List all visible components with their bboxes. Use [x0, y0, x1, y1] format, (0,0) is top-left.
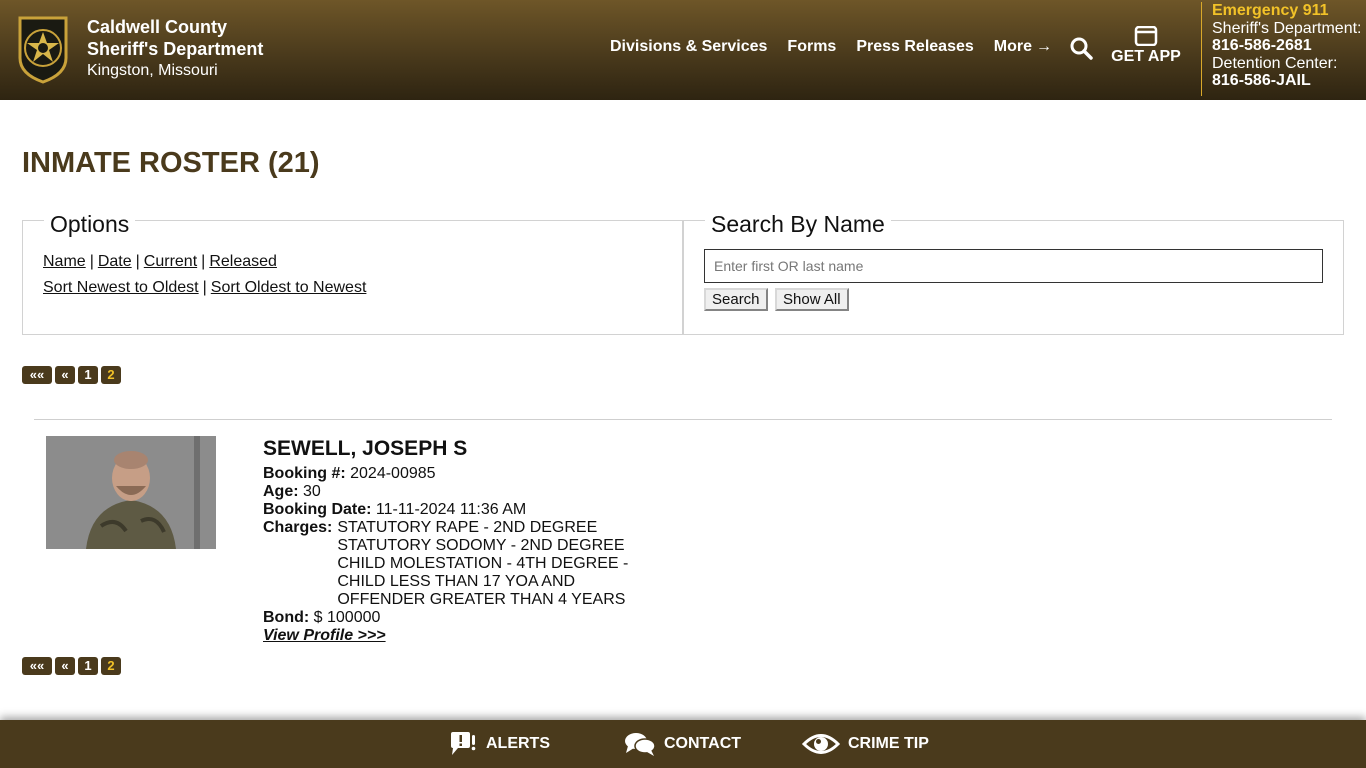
get-app-button[interactable]: GET APP — [1106, 26, 1186, 66]
crime-tip-label: CRIME TIP — [848, 735, 929, 752]
contact-label: CONTACT — [664, 735, 742, 752]
pagination-bottom: «« « 1 2 — [22, 657, 121, 675]
search-panel: Search By Name Search Show All — [683, 211, 1344, 335]
footer-bar: ALERTS CONTACT CRIME TIP — [0, 720, 1366, 768]
crime-tip-button[interactable]: CRIME TIP — [802, 731, 929, 757]
emergency-number[interactable]: Emergency 911 — [1212, 2, 1362, 20]
view-profile-link[interactable]: View Profile >>> — [263, 627, 386, 644]
age-row: Age: 30 — [263, 483, 628, 501]
main-nav: Divisions & Services Forms Press Release… — [610, 38, 1052, 56]
prev-page-button[interactable]: « — [55, 366, 75, 384]
org-name[interactable]: Caldwell County Sheriff's Department Kin… — [87, 16, 263, 82]
booking-number: 2024-00985 — [350, 465, 436, 482]
contact-phones: Emergency 911 Sheriff's Department: 816-… — [1201, 2, 1362, 96]
bond-value: $ 100000 — [313, 609, 381, 626]
org-name-line2: Sheriff's Department — [87, 39, 264, 59]
search-icon[interactable] — [1069, 36, 1093, 60]
sheriff-phone-label: Sheriff's Department: — [1212, 19, 1362, 37]
order-options: Sort Newest to Oldest | Sort Oldest to New… — [43, 279, 366, 297]
search-legend: Search By Name — [705, 211, 891, 238]
sort-by-name-link[interactable]: Name — [43, 253, 86, 270]
separator: | — [89, 253, 94, 270]
separator: | — [135, 253, 140, 270]
page-2-button[interactable]: 2 — [101, 657, 121, 675]
alerts-label: ALERTS — [486, 735, 550, 752]
booking-date-row: Booking Date: 11-11-2024 11:36 AM — [263, 501, 628, 519]
page-1-button[interactable]: 1 — [78, 366, 98, 384]
age-label: Age: — [263, 483, 299, 500]
eye-icon — [802, 734, 840, 754]
sheriff-badge-logo[interactable] — [14, 14, 72, 84]
nav-forms[interactable]: Forms — [787, 38, 836, 56]
phone-icon — [1134, 26, 1158, 46]
inmate-photo[interactable] — [46, 436, 216, 549]
first-page-button[interactable]: «« — [22, 657, 52, 675]
booking-date-label: Booking Date: — [263, 501, 372, 518]
charge-item: STATUTORY SODOMY - 2ND DEGREE — [337, 537, 625, 554]
page-2-button[interactable]: 2 — [101, 366, 121, 384]
sort-newest-link[interactable]: Sort Newest to Oldest — [43, 279, 199, 296]
contact-button[interactable]: CONTACT — [624, 731, 741, 757]
name-search-input[interactable] — [704, 249, 1323, 283]
nav-more[interactable]: More → — [994, 38, 1052, 56]
charge-item: OFFENDER GREATER THAN 4 YEARS — [337, 591, 626, 608]
sort-options: Name | Date | Current | Released — [43, 253, 277, 271]
nav-more-label: More — [993, 38, 1032, 55]
charges-label: Charges: — [263, 519, 333, 536]
bond-label: Bond: — [263, 609, 310, 626]
charge-item: CHILD LESS THAN 17 YOA AND — [337, 573, 576, 590]
nav-divisions-services[interactable]: Divisions & Services — [610, 38, 767, 56]
inmate-details: Booking #: 2024-00985 Age: 30 Booking Da… — [263, 465, 628, 645]
arrow-right-icon: → — [1036, 38, 1052, 55]
org-name-line1: Caldwell County — [87, 17, 228, 37]
search-button[interactable]: Search — [704, 288, 768, 311]
age-value: 30 — [303, 483, 321, 500]
page-1-button[interactable]: 1 — [78, 657, 98, 675]
first-page-button[interactable]: «« — [22, 366, 52, 384]
booking-number-label: Booking #: — [263, 465, 346, 482]
sheriff-phone[interactable]: 816-586-2681 — [1212, 37, 1362, 55]
bond-row: Bond: $ 100000 — [263, 609, 628, 627]
prev-page-button[interactable]: « — [55, 657, 75, 675]
charge-item: STATUTORY RAPE - 2ND DEGREE — [337, 519, 598, 536]
filter-current-link[interactable]: Current — [144, 253, 197, 270]
site-header: Caldwell County Sheriff's Department Kin… — [0, 0, 1366, 100]
sort-oldest-link[interactable]: Sort Oldest to Newest — [211, 279, 367, 296]
alert-bubble-icon — [451, 732, 476, 755]
alerts-button[interactable]: ALERTS — [448, 731, 550, 757]
sort-by-date-link[interactable]: Date — [98, 253, 132, 270]
inmate-name: SEWELL, JOSEPH S — [263, 437, 468, 460]
divider — [34, 419, 1332, 420]
org-location: Kingston, Missouri — [87, 62, 218, 79]
detention-phone-label: Detention Center: — [1212, 54, 1338, 72]
show-all-button[interactable]: Show All — [775, 288, 849, 311]
charges-list: STATUTORY RAPE - 2ND DEGREE STATUTORY SO… — [337, 519, 628, 609]
separator: | — [201, 253, 206, 270]
page-title: INMATE ROSTER (21) — [22, 147, 320, 179]
options-panel: Options Name | Date | Current | Released Sort … — [22, 211, 683, 335]
filter-released-link[interactable]: Released — [209, 253, 277, 270]
charges-row: Charges: STATUTORY RAPE - 2ND DEGREE STA… — [263, 519, 628, 609]
options-legend: Options — [44, 211, 136, 238]
pagination-top: «« « 1 2 — [22, 366, 121, 384]
charge-item: CHILD MOLESTATION - 4TH DEGREE - — [337, 555, 629, 572]
separator: | — [202, 279, 207, 296]
nav-press-releases[interactable]: Press Releases — [856, 38, 973, 56]
booking-number-row: Booking #: 2024-00985 — [263, 465, 628, 483]
detention-phone[interactable]: 816-586-JAIL — [1212, 72, 1362, 90]
chat-bubbles-icon — [625, 733, 656, 756]
get-app-label: GET APP — [1111, 48, 1181, 65]
booking-date: 11-11-2024 11:36 AM — [375, 501, 527, 518]
